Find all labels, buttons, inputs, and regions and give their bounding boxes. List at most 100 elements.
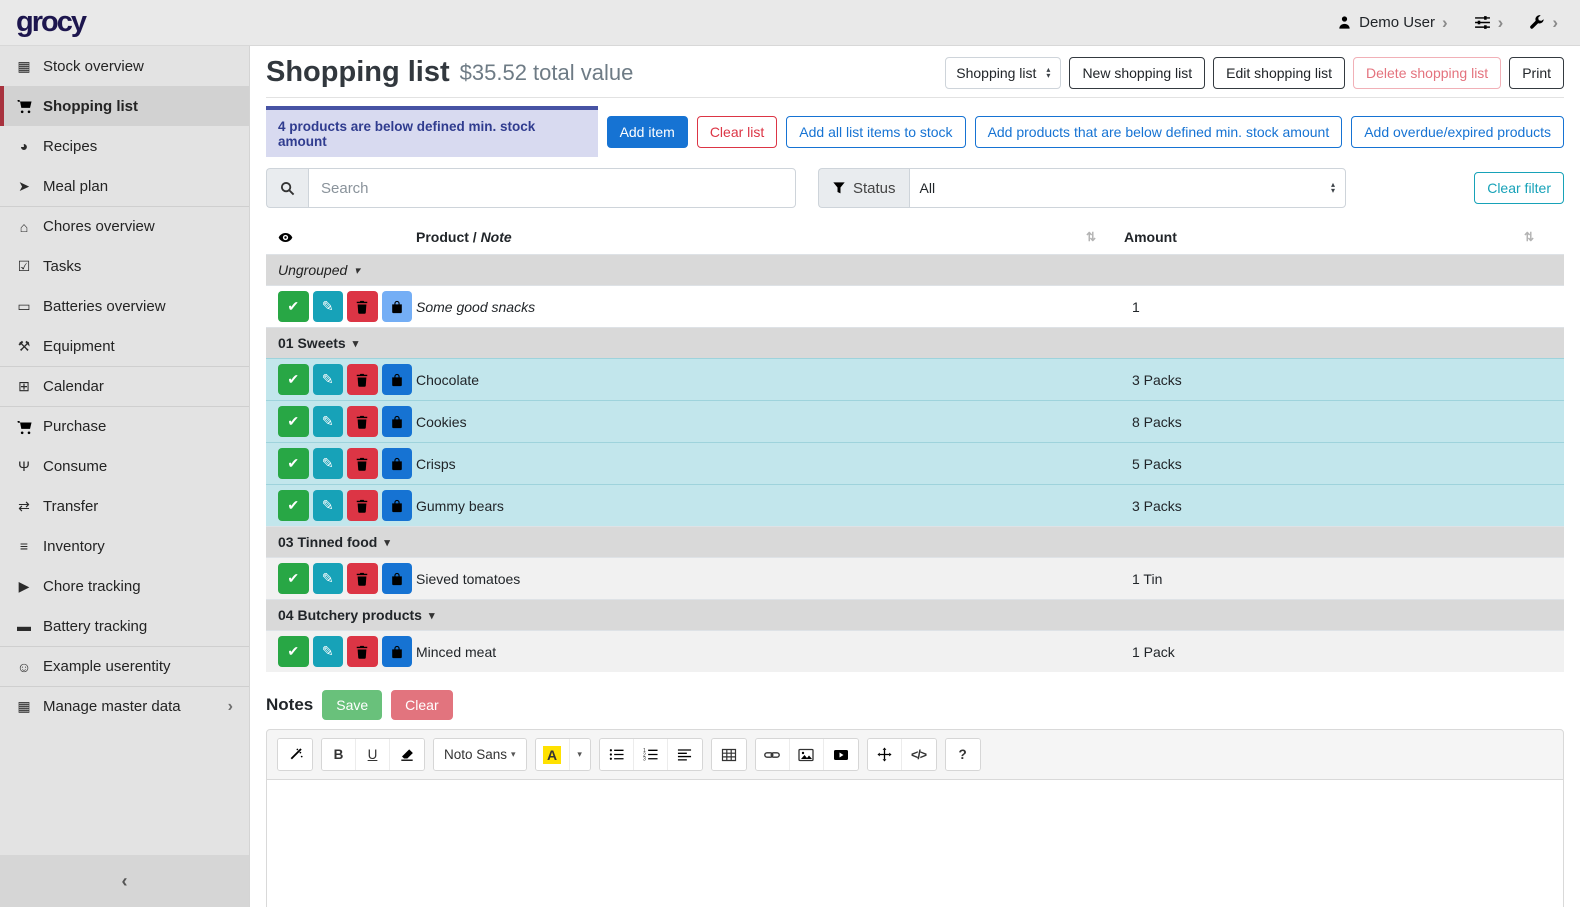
edit-item-button[interactable]: ✎: [313, 563, 344, 594]
save-notes-button[interactable]: Save: [322, 690, 382, 720]
insert-video-button[interactable]: [824, 739, 858, 770]
clear-list-button[interactable]: Clear list: [697, 116, 777, 148]
add-below-min-button[interactable]: Add products that are below defined min.…: [975, 116, 1343, 148]
sidebar-item-manage-master-data[interactable]: ▦ Manage master data ›: [0, 686, 249, 726]
shopping-list-select[interactable]: Shopping list ▴▾: [945, 57, 1061, 89]
color-dropdown-button[interactable]: ▾: [570, 739, 590, 770]
delete-item-button[interactable]: [347, 406, 378, 437]
sidebar-item-shopping-list[interactable]: Shopping list: [0, 86, 249, 126]
add-to-stock-button[interactable]: [382, 563, 413, 594]
status-select[interactable]: All ▴▾: [909, 168, 1346, 208]
sidebar-item-tasks[interactable]: ☑ Tasks: [0, 246, 249, 286]
product-name: Gummy bears: [416, 498, 1086, 514]
mark-done-button[interactable]: ✔: [278, 406, 309, 437]
sidebar-collapse-button[interactable]: ‹: [0, 855, 249, 907]
clear-filter-button[interactable]: Clear filter: [1474, 172, 1564, 204]
sidebar-item-battery-tracking[interactable]: ▬ Battery tracking: [0, 606, 249, 646]
sort-icon[interactable]: ⇅: [1524, 230, 1564, 244]
fullscreen-button[interactable]: [868, 739, 902, 770]
edit-item-button[interactable]: ✎: [313, 448, 344, 479]
sidebar-item-equipment[interactable]: ⚒ Equipment: [0, 326, 249, 366]
group-header-row[interactable]: 03 Tinned food ▾: [266, 526, 1564, 557]
amount-column-header[interactable]: Amount: [1124, 229, 1524, 245]
add-item-button[interactable]: Add item: [607, 116, 688, 148]
delete-item-button[interactable]: [347, 291, 378, 322]
group-header-row[interactable]: 01 Sweets ▾: [266, 327, 1564, 358]
add-to-stock-button[interactable]: [382, 406, 413, 437]
bold-button[interactable]: B: [322, 739, 356, 770]
pencil-icon: ✎: [322, 371, 334, 388]
add-all-to-stock-button[interactable]: Add all list items to stock: [786, 116, 965, 148]
min-stock-alert[interactable]: 4 products are below defined min. stock …: [266, 106, 598, 157]
notes-content-area[interactable]: [266, 780, 1564, 907]
delete-item-button[interactable]: [347, 563, 378, 594]
sidebar-item-inventory[interactable]: ≡ Inventory: [0, 526, 249, 566]
grocy-logo[interactable]: grocy: [0, 6, 250, 39]
sidebar-item-calendar[interactable]: ⊞ Calendar: [0, 366, 249, 406]
delete-item-button[interactable]: [347, 364, 378, 395]
sidebar-item-example-userentity[interactable]: ☺ Example userentity: [0, 646, 249, 686]
add-to-stock-button[interactable]: [382, 364, 413, 395]
product-column-header[interactable]: Product: [416, 229, 469, 245]
add-overdue-button[interactable]: Add overdue/expired products: [1351, 116, 1564, 148]
sidebar-item-recipes[interactable]: ◕ Recipes: [0, 126, 249, 166]
delete-item-button[interactable]: [347, 636, 378, 667]
shopping-bag-icon: [390, 499, 404, 513]
delete-item-button[interactable]: [347, 448, 378, 479]
settings-menu[interactable]: ›: [1474, 13, 1504, 33]
delete-shopping-list-button[interactable]: Delete shopping list: [1353, 57, 1501, 89]
sidebar-item-chore-tracking[interactable]: ▶ Chore tracking: [0, 566, 249, 606]
edit-item-button[interactable]: ✎: [313, 406, 344, 437]
codeview-button[interactable]: </>: [902, 739, 936, 770]
video-icon: [833, 747, 849, 763]
search-input[interactable]: [308, 168, 796, 208]
insert-table-button[interactable]: [712, 739, 746, 770]
edit-item-button[interactable]: ✎: [313, 490, 344, 521]
mark-done-button[interactable]: ✔: [278, 448, 309, 479]
text-color-button[interactable]: A: [536, 739, 570, 770]
edit-shopping-list-button[interactable]: Edit shopping list: [1213, 57, 1345, 89]
group-header-row[interactable]: Ungrouped ▾: [266, 254, 1564, 285]
delete-item-button[interactable]: [347, 490, 378, 521]
edit-item-button[interactable]: ✎: [313, 364, 344, 395]
admin-menu[interactable]: ›: [1529, 13, 1558, 33]
add-to-stock-button[interactable]: [382, 636, 413, 667]
mark-done-button[interactable]: ✔: [278, 563, 309, 594]
print-button[interactable]: Print: [1509, 57, 1564, 89]
insert-link-button[interactable]: [756, 739, 790, 770]
sidebar-item-chores-overview[interactable]: ⌂ Chores overview: [0, 206, 249, 246]
new-shopping-list-button[interactable]: New shopping list: [1069, 57, 1205, 89]
group-header-row[interactable]: 04 Butchery products ▾: [266, 599, 1564, 630]
insert-picture-button[interactable]: [790, 739, 824, 770]
sidebar-item-stock-overview[interactable]: ▦ Stock overview: [0, 46, 249, 86]
sidebar-item-consume[interactable]: Ψ Consume: [0, 446, 249, 486]
status-filter-addon: Status: [818, 168, 909, 208]
mark-done-button[interactable]: ✔: [278, 291, 309, 322]
help-button[interactable]: ?: [946, 739, 980, 770]
add-to-stock-button[interactable]: [382, 490, 413, 521]
user-menu[interactable]: Demo User ›: [1337, 13, 1448, 33]
mark-done-button[interactable]: ✔: [278, 364, 309, 395]
clear-notes-button[interactable]: Clear: [391, 690, 452, 720]
trash-icon: [355, 457, 369, 471]
paragraph-align-button[interactable]: [668, 739, 702, 770]
font-family-dropdown[interactable]: Noto Sans ▾: [434, 739, 526, 770]
sidebar-item-transfer[interactable]: ⇄ Transfer: [0, 486, 249, 526]
edit-item-button[interactable]: ✎: [313, 291, 344, 322]
add-to-stock-button[interactable]: [382, 448, 413, 479]
add-to-stock-button[interactable]: [382, 291, 413, 322]
ordered-list-button[interactable]: [634, 739, 668, 770]
sidebar-item-batteries-overview[interactable]: ▭ Batteries overview: [0, 286, 249, 326]
sort-icon[interactable]: ⇅: [1086, 230, 1124, 244]
mark-done-button[interactable]: ✔: [278, 636, 309, 667]
edit-item-button[interactable]: ✎: [313, 636, 344, 667]
underline-button[interactable]: U: [356, 739, 390, 770]
unordered-list-button[interactable]: [600, 739, 634, 770]
mark-done-button[interactable]: ✔: [278, 490, 309, 521]
pencil-icon: ✎: [322, 413, 334, 430]
sidebar-item-meal-plan[interactable]: ➤ Meal plan: [0, 166, 249, 206]
check-icon: ✔: [287, 497, 299, 514]
magic-style-button[interactable]: [278, 739, 312, 770]
eraser-button[interactable]: [390, 739, 424, 770]
sidebar-item-purchase[interactable]: Purchase: [0, 406, 249, 446]
